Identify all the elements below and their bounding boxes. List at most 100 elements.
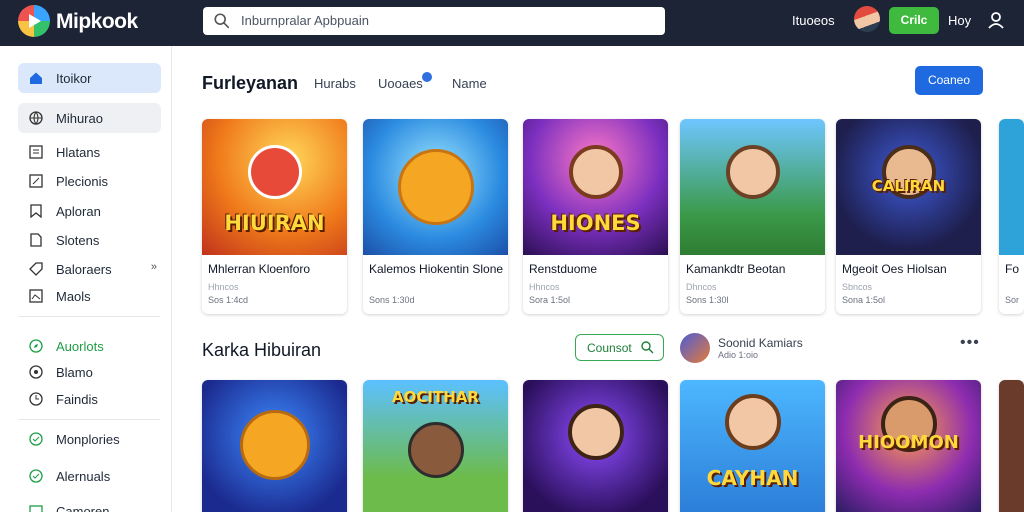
character-image <box>247 145 302 199</box>
game-card[interactable]: Kamankdtr Beotan Dhncos Sons 1:30l <box>680 119 825 314</box>
game-meta: Dhncos <box>686 282 717 292</box>
main-content: Furleyanan Hurabs Uooaes Name Coaneo HIU… <box>172 46 1024 512</box>
search-icon <box>641 341 654 354</box>
game-logo-text: HIONES <box>550 211 641 235</box>
game-logo-text: HIOOMON <box>858 432 959 453</box>
game-subtitle: Sons 1:30d <box>369 295 415 305</box>
character-image <box>407 422 464 478</box>
section-title: Karka Hibuiran <box>202 340 322 360</box>
game-logo-text: AOCITHAR <box>392 388 479 406</box>
sidebar-item-globe[interactable]: Mihurao <box>18 103 161 133</box>
app-name[interactable]: Mipkook <box>56 10 138 34</box>
game-card[interactable]: HIOOMON <box>836 380 981 512</box>
sidebar-divider <box>18 316 160 317</box>
shield-icon <box>29 432 43 446</box>
sidebar-item-7[interactable]: Baloraers » <box>18 254 161 284</box>
sidebar-item-3[interactable]: Hlatans <box>18 137 161 167</box>
sidebar-item-12[interactable]: Monplories <box>18 424 161 454</box>
game-subtitle: Sor <box>1005 295 1020 305</box>
game-logo-text: CAYHAN <box>706 466 799 490</box>
tab-3[interactable]: Name <box>452 76 487 91</box>
game-card[interactable] <box>523 380 668 512</box>
game-card[interactable] <box>999 380 1024 512</box>
game-thumbnail: HIONES <box>523 119 668 255</box>
sidebar-item-label: Blamo <box>56 365 93 380</box>
tab-1[interactable]: Hurabs <box>314 76 356 91</box>
game-logo-text: HIUIRAN <box>224 211 325 235</box>
primary-button[interactable]: Coaneo <box>915 66 983 95</box>
sidebar-item-home[interactable]: Itoikor <box>18 63 161 93</box>
game-title: Mgeoit Oes Hiolsan <box>842 262 947 276</box>
game-card[interactable]: CAYHAN <box>680 380 825 512</box>
profile-subtitle: Adio 1:oio <box>718 350 759 360</box>
game-meta: Sbncos <box>842 282 873 292</box>
game-card[interactable]: CALIRAN Mgeoit Oes Hiolsan Sbncos Sona 1… <box>836 119 981 314</box>
character-image <box>239 410 310 480</box>
sidebar-item-11[interactable]: Faindis <box>18 384 161 414</box>
user-icon[interactable] <box>986 10 1006 30</box>
sidebar-item-label: Hlatans <box>56 145 101 160</box>
topbar-action-button[interactable]: Crilc <box>889 7 939 34</box>
tab-2[interactable]: Uooaes <box>378 76 423 91</box>
top-bar: Mipkook Inburnpralar Apbpuain Ituoeos Cr… <box>0 0 1024 46</box>
bookmark-icon <box>30 204 42 218</box>
profile-name[interactable]: Soonid Kamiars <box>718 336 803 350</box>
avatar[interactable] <box>680 333 710 363</box>
more-options-icon[interactable]: ••• <box>960 334 980 352</box>
game-thumbnail: CALIRAN <box>836 119 981 255</box>
game-card[interactable]: AOCITHAR <box>363 380 508 512</box>
home-icon <box>30 72 42 84</box>
search-button[interactable]: Counsot <box>575 334 664 361</box>
document-icon <box>30 233 42 247</box>
game-logo-text: CALIRAN <box>871 177 946 195</box>
sidebar-item-label: Mihurao <box>56 111 103 126</box>
image-icon <box>29 289 43 303</box>
search-input[interactable]: Inburnpralar Apbpuain <box>203 7 665 35</box>
game-subtitle: Sos 1:4cd <box>208 295 249 305</box>
game-card[interactable]: HIUIRAN Mhlerran Kloenforo Hhncos Sos 1:… <box>202 119 347 314</box>
game-title: Fo <box>1005 262 1020 276</box>
sidebar-item-label: Slotens <box>56 233 100 248</box>
character-image <box>724 394 781 450</box>
sidebar-item-label: Alernuals <box>56 469 111 484</box>
sidebar-divider <box>18 419 160 420</box>
app-logo-icon[interactable] <box>18 5 50 37</box>
topbar-link[interactable]: Ituoeos <box>792 13 835 28</box>
game-subtitle: Sona 1:5ol <box>842 295 886 305</box>
game-title: Renstduome <box>529 262 598 276</box>
game-thumbnail: HIUIRAN <box>202 119 347 255</box>
sidebar-item-label: Faindis <box>56 392 98 407</box>
sidebar-item-label: Aploran <box>56 204 101 219</box>
sidebar-item-14[interactable]: Camoren <box>18 496 161 512</box>
character-image <box>725 145 780 199</box>
edit-icon <box>29 174 43 188</box>
topbar-link-2[interactable]: Hoy <box>948 13 971 28</box>
sidebar-item-10[interactable]: Blamo <box>18 357 161 387</box>
compass-icon <box>29 339 43 353</box>
sidebar-item-label: Camoren <box>56 504 110 512</box>
game-card[interactable]: Kalemos Hiokentin Slone Sons 1:30d <box>363 119 508 314</box>
game-card[interactable]: HIONES Renstduome Hhncos Sora 1:5ol <box>523 119 668 314</box>
game-meta: Hhncos <box>208 282 239 292</box>
shield-icon <box>29 469 43 483</box>
sidebar-item-4[interactable]: Plecionis <box>18 166 161 196</box>
button-label: Counsot <box>587 341 632 355</box>
game-card[interactable]: Fo Sor <box>999 119 1024 314</box>
game-thumbnail <box>363 119 508 255</box>
search-placeholder: Inburnpralar Apbpuain <box>241 13 369 28</box>
game-meta: Hhncos <box>529 282 560 292</box>
sidebar-item-label: Itoikor <box>56 71 92 86</box>
avatar[interactable] <box>854 6 880 32</box>
sidebar-item-8[interactable]: Maols <box>18 281 161 311</box>
sidebar-item-6[interactable]: Slotens <box>18 225 161 255</box>
game-subtitle: Sons 1:30l <box>686 295 729 305</box>
game-subtitle: Sora 1:5ol <box>529 295 571 305</box>
sidebar-item-label: Auorlots <box>56 339 104 354</box>
game-card[interactable] <box>202 380 347 512</box>
sidebar-item-label: Baloraers <box>56 262 112 277</box>
sidebar: Itoikor Mihurao Hlatans Plecionis Aplora… <box>0 46 172 512</box>
sidebar-item-5[interactable]: Aploran <box>18 196 161 226</box>
game-thumbnail <box>680 119 825 255</box>
sidebar-item-13[interactable]: Alernuals <box>18 461 161 491</box>
box-icon <box>29 505 43 512</box>
